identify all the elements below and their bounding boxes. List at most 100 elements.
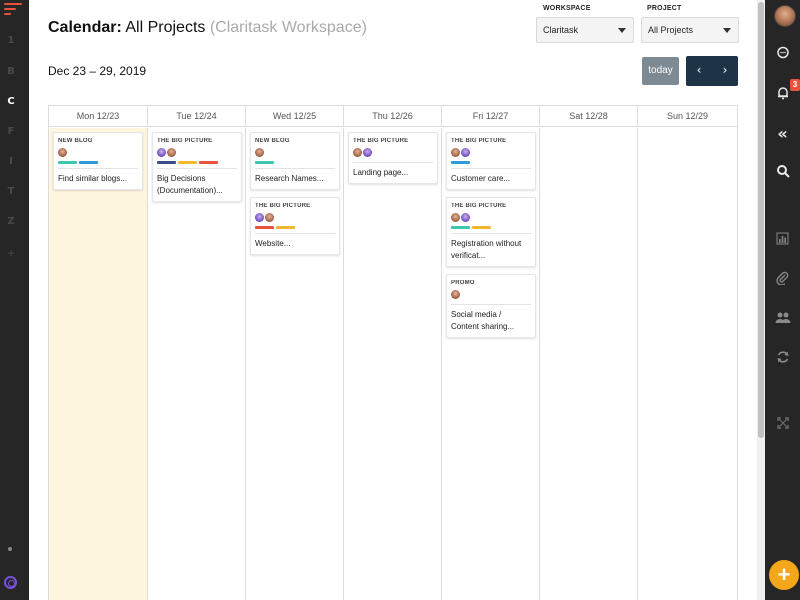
card-title: Big Decisions (Documentation)... bbox=[157, 174, 223, 195]
task-card[interactable]: THE BIG PICTURE Website... bbox=[250, 197, 340, 255]
search-icon[interactable] bbox=[765, 164, 800, 182]
tag-bar bbox=[178, 161, 197, 164]
user-avatar[interactable] bbox=[774, 5, 796, 27]
card-project-label: THE BIG PICTURE bbox=[451, 138, 507, 144]
avatar[interactable] bbox=[461, 148, 470, 157]
avatar[interactable] bbox=[58, 148, 67, 157]
scrollbar[interactable] bbox=[757, 0, 765, 600]
avatar[interactable] bbox=[255, 213, 264, 222]
avatar[interactable] bbox=[353, 148, 362, 157]
avatar[interactable] bbox=[363, 148, 372, 157]
task-card[interactable]: THE BIG PICTURE Landing page... bbox=[348, 132, 438, 184]
task-card[interactable]: THE BIG PICTURE Big Decisions (Documentat… bbox=[152, 132, 242, 202]
day-header: Wed 12/25 bbox=[245, 106, 343, 127]
card-title: Find similar blogs... bbox=[58, 174, 127, 183]
date-range: Dec 23 – 29, 2019 bbox=[48, 64, 147, 78]
title-main: All Projects bbox=[125, 19, 206, 36]
day-column[interactable] bbox=[539, 128, 637, 600]
page-title: Calendar: All Projects (Claritask Worksp… bbox=[48, 19, 367, 37]
card-divider bbox=[255, 168, 335, 169]
add-task-button[interactable]: + bbox=[769, 560, 799, 590]
lifebuoy-icon[interactable] bbox=[4, 576, 17, 589]
workspace-select-label: WORKSPACE bbox=[543, 5, 591, 12]
avatar[interactable] bbox=[451, 148, 460, 157]
project-select[interactable]: All Projects bbox=[641, 17, 739, 43]
day-column[interactable] bbox=[637, 128, 737, 600]
card-assignees bbox=[255, 148, 335, 158]
card-tags bbox=[451, 226, 531, 229]
avatar[interactable] bbox=[255, 148, 264, 157]
workspace-item[interactable]: F bbox=[0, 126, 22, 137]
avatar[interactable] bbox=[265, 213, 274, 222]
card-tags bbox=[255, 226, 335, 229]
day-column[interactable]: THE BIG PICTURE Landing page... bbox=[343, 128, 441, 600]
card-title: Website... bbox=[255, 239, 291, 248]
card-project-label: THE BIG PICTURE bbox=[451, 203, 507, 209]
paperclip-icon[interactable] bbox=[765, 271, 800, 289]
day-header: Sun 12/29 bbox=[637, 106, 737, 127]
workspace-item[interactable]: Z bbox=[0, 216, 22, 227]
avatar[interactable] bbox=[167, 148, 176, 157]
workspace-select[interactable]: Claritask bbox=[536, 17, 634, 43]
week-nav: ‹ › bbox=[686, 56, 738, 86]
card-divider bbox=[451, 304, 531, 305]
today-button[interactable]: today bbox=[642, 57, 679, 85]
card-project-label: THE BIG PICTURE bbox=[353, 138, 409, 144]
card-divider bbox=[255, 233, 335, 234]
tag-bar bbox=[79, 161, 98, 164]
avatar[interactable] bbox=[461, 213, 470, 222]
card-divider bbox=[353, 162, 433, 163]
workspace-select-value: Claritask bbox=[543, 25, 579, 35]
day-header: Mon 12/23 bbox=[76, 111, 120, 121]
avatar[interactable] bbox=[451, 213, 460, 222]
card-assignees bbox=[451, 290, 531, 300]
tag-bar bbox=[157, 161, 176, 164]
users-icon[interactable] bbox=[765, 311, 800, 328]
prev-week-button[interactable]: ‹ bbox=[686, 56, 712, 86]
tag-bar bbox=[472, 226, 491, 229]
scrollbar-thumb[interactable] bbox=[758, 2, 764, 438]
card-tags bbox=[58, 161, 138, 164]
card-divider bbox=[451, 168, 531, 169]
card-title: Social media / Content sharing... bbox=[451, 310, 515, 331]
avatar[interactable] bbox=[451, 290, 460, 299]
workspace-item[interactable]: I bbox=[0, 156, 22, 167]
day-header: Thu 12/26 bbox=[343, 106, 441, 127]
chat-icon[interactable] bbox=[765, 46, 800, 64]
card-project-label: PROMO bbox=[451, 280, 475, 286]
task-card[interactable]: PROMO Social media / Content sharing... bbox=[446, 274, 536, 338]
tag-bar bbox=[451, 161, 470, 164]
tag-bar bbox=[451, 226, 470, 229]
day-column[interactable]: THE BIG PICTURE Big Decisions (Documentat… bbox=[147, 128, 245, 600]
project-select-value: All Projects bbox=[648, 25, 694, 35]
tag-bar bbox=[255, 226, 274, 229]
workspace-item[interactable]: 1 bbox=[0, 35, 22, 46]
next-week-button[interactable]: › bbox=[712, 56, 738, 86]
refresh-icon[interactable] bbox=[765, 350, 800, 368]
app-logo-icon[interactable] bbox=[4, 3, 22, 17]
day-column[interactable]: NEW BLOG Research Names... THE BIG PICTURE… bbox=[245, 128, 343, 600]
expand-icon[interactable] bbox=[765, 417, 800, 433]
day-column[interactable]: NEW BLOG Find similar blogs... bbox=[49, 128, 147, 600]
status-dot bbox=[8, 547, 12, 551]
chart-icon[interactable] bbox=[765, 232, 800, 249]
title-workspace: (Claritask Workspace) bbox=[209, 19, 367, 36]
notification-badge: 3 bbox=[790, 79, 800, 91]
workspace-item-active[interactable]: C bbox=[0, 96, 22, 107]
workspace-item[interactable]: T bbox=[0, 186, 22, 197]
right-sidebar: 3 « + bbox=[765, 0, 800, 600]
caret-down-icon bbox=[618, 28, 626, 33]
day-header: Tue 12/24 bbox=[147, 106, 245, 127]
tag-bar bbox=[276, 226, 295, 229]
day-column[interactable]: THE BIG PICTURE Customer care... THE BIG P… bbox=[441, 128, 539, 600]
task-card[interactable]: NEW BLOG Find similar blogs... bbox=[53, 132, 143, 190]
card-title: Customer care... bbox=[451, 174, 511, 183]
workspace-item[interactable]: B bbox=[0, 66, 22, 77]
task-card[interactable]: THE BIG PICTURE Registration without veri… bbox=[446, 197, 536, 267]
avatar[interactable] bbox=[157, 148, 166, 157]
card-divider bbox=[451, 233, 531, 234]
task-card[interactable]: THE BIG PICTURE Customer care... bbox=[446, 132, 536, 190]
task-card[interactable]: NEW BLOG Research Names... bbox=[250, 132, 340, 190]
collapse-icon[interactable]: « bbox=[765, 124, 800, 143]
add-workspace-button[interactable]: + bbox=[0, 246, 22, 260]
